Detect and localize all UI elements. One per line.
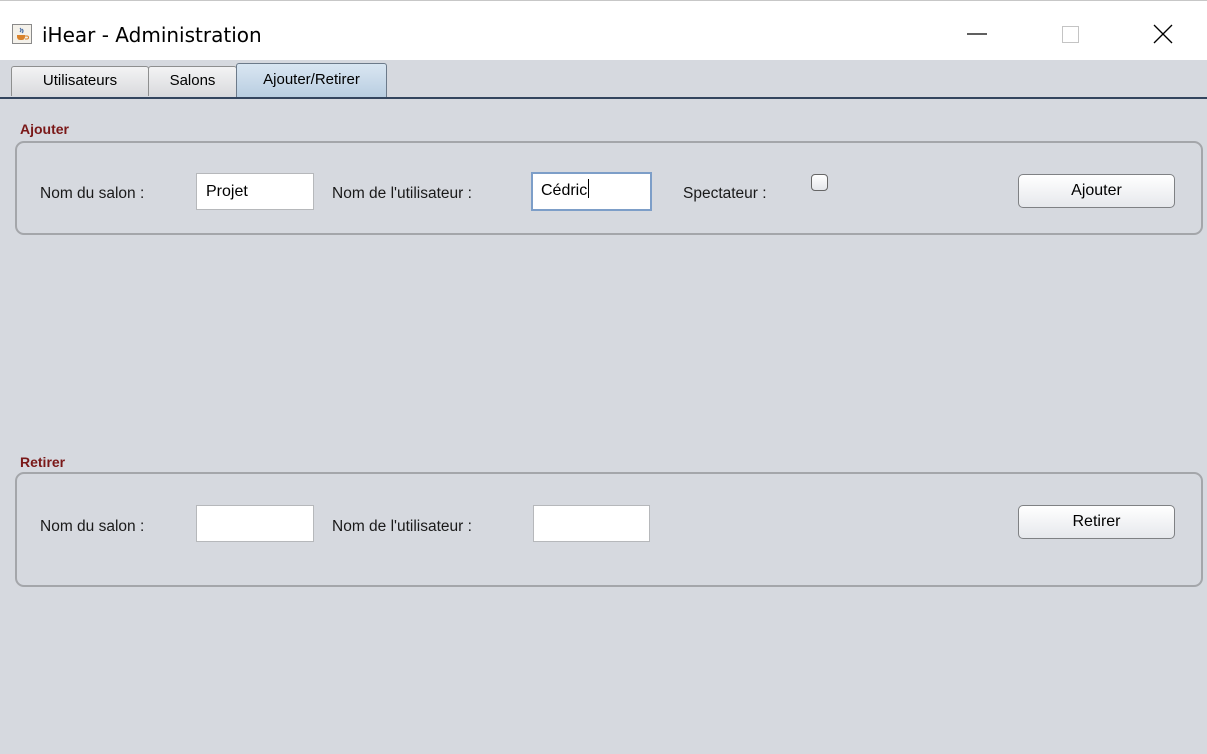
ajouter-section-title: Ajouter xyxy=(20,121,69,137)
spectateur-label: Spectateur : xyxy=(683,185,767,202)
ajouter-user-label: Nom de l'utilisateur : xyxy=(332,185,472,202)
minimize-button[interactable] xyxy=(951,15,997,51)
retirer-salon-label: Nom du salon : xyxy=(40,518,145,535)
window-title-bar[interactable]: iHear - Administration xyxy=(0,0,1207,60)
ajouter-button[interactable]: Ajouter xyxy=(1018,174,1175,208)
tab-salons[interactable]: Salons xyxy=(148,66,237,96)
ajouter-user-input[interactable]: Cédric xyxy=(531,172,652,211)
close-button[interactable] xyxy=(1140,15,1186,51)
ajouter-salon-value: Projet xyxy=(206,183,248,200)
retirer-section-title: Retirer xyxy=(20,454,66,470)
java-cup-icon xyxy=(12,24,32,44)
tab-utilisateurs[interactable]: Utilisateurs xyxy=(11,66,149,96)
ajouter-group: Nom du salon : Projet Nom de l'utilisate… xyxy=(15,141,1203,235)
ajouter-user-value: Cédric xyxy=(541,182,588,199)
retirer-user-input[interactable] xyxy=(533,505,650,542)
tab-ajouter-retirer[interactable]: Ajouter/Retirer xyxy=(236,63,387,98)
tab-underline xyxy=(0,97,1207,99)
retirer-user-label: Nom de l'utilisateur : xyxy=(332,518,472,535)
window-title: iHear - Administration xyxy=(42,23,262,47)
close-icon xyxy=(1153,24,1173,44)
text-caret xyxy=(588,179,590,198)
ajouter-salon-label: Nom du salon : xyxy=(40,185,145,202)
spectateur-checkbox[interactable] xyxy=(811,174,828,191)
tab-strip: Utilisateurs Salons Ajouter/Retirer xyxy=(0,60,1207,100)
retirer-button[interactable]: Retirer xyxy=(1018,505,1175,539)
minimize-icon xyxy=(967,33,987,35)
maximize-button[interactable] xyxy=(1047,15,1093,51)
maximize-icon xyxy=(1062,26,1079,43)
ajouter-salon-input[interactable]: Projet xyxy=(196,173,314,210)
retirer-salon-input[interactable] xyxy=(196,505,314,542)
retirer-group: Nom du salon : Nom de l'utilisateur : Re… xyxy=(15,472,1203,587)
